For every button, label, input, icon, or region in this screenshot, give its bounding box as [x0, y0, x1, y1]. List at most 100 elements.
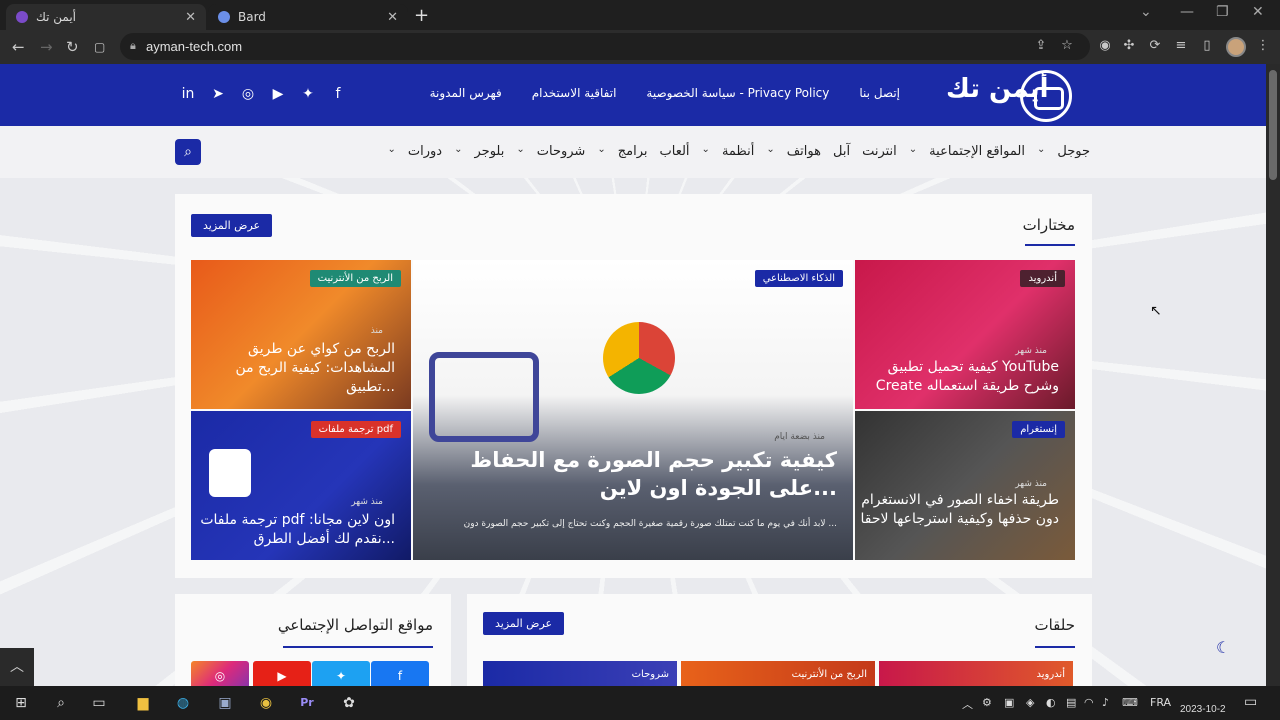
tray-app-icon[interactable]: ▣	[1004, 696, 1014, 709]
category-tag[interactable]: أندرويد	[1036, 669, 1065, 680]
tray-app-icon[interactable]: ⚙	[982, 696, 992, 709]
facebook-icon[interactable]: f	[371, 661, 429, 686]
post-title[interactable]: طريقة اخفاء الصور في الانستغرام دون حذفه…	[859, 491, 1059, 529]
chevron-down-icon[interactable]: ⌄	[909, 144, 917, 159]
new-tab-button[interactable]: +	[414, 5, 429, 26]
menu-item-internet[interactable]: انترنت	[862, 144, 897, 159]
language-indicator[interactable]: FRA	[1150, 696, 1171, 709]
tab-bard[interactable]: Bard ✕	[208, 4, 408, 30]
side-panel-icon[interactable]: ▯	[1200, 39, 1214, 53]
url-text[interactable]: ayman-tech.com	[146, 39, 242, 54]
youtube-icon[interactable]: ▶	[270, 86, 286, 102]
chevron-up-icon[interactable]: ︿	[962, 696, 973, 712]
menu-item-tutorials[interactable]: شروحات	[537, 144, 586, 159]
menu-item-courses[interactable]: دورات	[408, 144, 442, 159]
show-more-button[interactable]: عرض المزيد	[483, 612, 565, 635]
post-card[interactable]: أندرويد منذ شهر كيفية تحميل تطبيق YouTub…	[855, 260, 1075, 409]
facebook-icon[interactable]: f	[330, 86, 346, 102]
post-title[interactable]: كيفية تكبير حجم الصورة مع الحفاظ على الج…	[427, 446, 837, 503]
chevron-down-icon[interactable]: ⌄	[388, 144, 396, 159]
reading-list-icon[interactable]: ≡	[1174, 39, 1188, 53]
search-icon[interactable]: ⌕	[50, 692, 72, 714]
date-text[interactable]: 2023-10-2	[1180, 704, 1226, 715]
tray-app-icon[interactable]: ▤	[1066, 696, 1076, 709]
post-title[interactable]: ترجمة ملفات pdf اون لاين مجانا: نقدم لك …	[195, 511, 395, 549]
category-tag[interactable]: شروحات	[632, 669, 669, 680]
privacy-link[interactable]: سياسة الخصوصية - Privacy Policy	[646, 86, 829, 100]
task-view-icon[interactable]: ▭	[88, 692, 110, 714]
chevron-down-icon[interactable]: ⌄	[597, 144, 605, 159]
video-thumbnail[interactable]: الربح من الأنترنيت	[681, 661, 875, 686]
instagram-icon[interactable]: ◎	[240, 86, 256, 102]
terms-link[interactable]: اتفاقية الاستخدام	[532, 86, 617, 100]
windows-start-icon[interactable]: ⊞	[10, 692, 32, 714]
contact-link[interactable]: إتصل بنا	[859, 86, 900, 100]
tab-ayman-tech[interactable]: أيمن تك ✕	[6, 4, 206, 30]
forward-icon[interactable]: →	[40, 38, 53, 56]
chevron-up-icon[interactable]: ︿	[0, 648, 34, 686]
post-card-main[interactable]: الذكاء الاصطناعي منذ بضعة ايام كيفية تكب…	[413, 260, 853, 560]
media-app-icon[interactable]: ✿	[338, 692, 360, 714]
instagram-icon[interactable]: ◎	[191, 661, 249, 686]
chevron-down-icon[interactable]: ⌄	[454, 144, 462, 159]
wifi-icon[interactable]: ◠	[1084, 696, 1094, 709]
category-tag[interactable]: ترجمة ملفات pdf	[310, 421, 401, 438]
home-icon[interactable]: ▢	[94, 40, 105, 54]
menu-item-blogger[interactable]: بلوجر	[475, 144, 505, 159]
youtube-icon[interactable]: ▶	[253, 661, 311, 686]
post-card[interactable]: ترجمة ملفات pdf منذ شهر ترجمة ملفات pdf …	[191, 411, 411, 560]
video-thumbnail[interactable]: شروحات	[483, 661, 677, 686]
menu-item-systems[interactable]: أنظمة	[722, 144, 754, 159]
search-button[interactable]: ⌕	[175, 139, 201, 165]
close-window-icon[interactable]: ✕	[1252, 4, 1264, 20]
sync-icon[interactable]: ⟳	[1148, 39, 1162, 53]
category-tag[interactable]: إنستغرام	[1012, 421, 1065, 438]
reload-icon[interactable]: ↻	[66, 38, 79, 56]
chevron-down-icon[interactable]: ⌄	[1037, 144, 1045, 159]
close-icon[interactable]: ✕	[387, 10, 398, 25]
maximize-icon[interactable]: ❐	[1216, 4, 1229, 20]
menu-item-games[interactable]: ألعاب	[660, 144, 690, 159]
keyboard-icon[interactable]: ⌨	[1122, 696, 1138, 709]
menu-item-programs[interactable]: برامج	[618, 144, 648, 159]
tab-search-icon[interactable]: ⌄	[1140, 4, 1152, 20]
volume-icon[interactable]: ♪	[1102, 696, 1109, 709]
site-logo[interactable]: أيمن تك	[946, 70, 1072, 122]
dark-mode-moon-icon[interactable]: ☾	[1216, 638, 1230, 657]
chevron-down-icon[interactable]: ⌄	[702, 144, 710, 159]
post-title[interactable]: الربح من كواي عن طريق المشاهدات: كيفية ا…	[195, 340, 395, 397]
chevron-down-icon[interactable]: ⌄	[516, 144, 524, 159]
avatar[interactable]	[1226, 37, 1246, 57]
category-tag[interactable]: أندرويد	[1020, 270, 1065, 287]
share-icon[interactable]: ⇪	[1034, 39, 1048, 53]
category-tag[interactable]: الربح من الأنترنيت	[792, 669, 867, 680]
file-explorer-icon[interactable]: ▆	[132, 692, 154, 714]
premiere-icon[interactable]: Pr	[296, 692, 318, 714]
video-thumbnail[interactable]: أندرويد	[879, 661, 1073, 686]
post-title[interactable]: كيفية تحميل تطبيق YouTube Create وشرح طر…	[859, 358, 1059, 396]
extension-badge-icon[interactable]: ◉	[1098, 39, 1112, 53]
tray-app-icon[interactable]: ◐	[1046, 696, 1056, 709]
twitter-icon[interactable]: ✦	[312, 661, 370, 686]
post-card[interactable]: الربح من الأنترنيت منذ الربح من كواي عن …	[191, 260, 411, 409]
sitemap-link[interactable]: فهرس المدونة	[430, 86, 502, 100]
linkedin-icon[interactable]: in	[180, 86, 196, 102]
bookmark-star-icon[interactable]: ☆	[1060, 39, 1074, 53]
minimize-icon[interactable]: —	[1180, 4, 1194, 20]
menu-item-social[interactable]: المواقع الإجتماعية	[929, 144, 1025, 159]
more-menu-icon[interactable]: ⋮	[1256, 39, 1270, 53]
category-tag[interactable]: الربح من الأنترنيت	[309, 270, 401, 287]
menu-item-google[interactable]: جوجل	[1057, 144, 1090, 159]
scrollbar-thumb[interactable]	[1269, 70, 1277, 180]
back-icon[interactable]: ←	[12, 38, 25, 56]
close-icon[interactable]: ✕	[185, 10, 196, 25]
telegram-icon[interactable]: ➤	[210, 86, 226, 102]
menu-item-apple[interactable]: آبل	[833, 144, 850, 159]
edge-icon[interactable]: ◍	[172, 692, 194, 714]
category-tag[interactable]: الذكاء الاصطناعي	[754, 270, 843, 287]
notification-icon[interactable]: ▭	[1244, 694, 1257, 710]
twitter-icon[interactable]: ✦	[300, 86, 316, 102]
address-bar[interactable]: 🔒︎ ayman-tech.com ⇪ ☆	[120, 33, 1090, 60]
show-more-button[interactable]: عرض المزيد	[191, 214, 273, 237]
post-card[interactable]: إنستغرام منذ شهر طريقة اخفاء الصور في ال…	[855, 411, 1075, 560]
